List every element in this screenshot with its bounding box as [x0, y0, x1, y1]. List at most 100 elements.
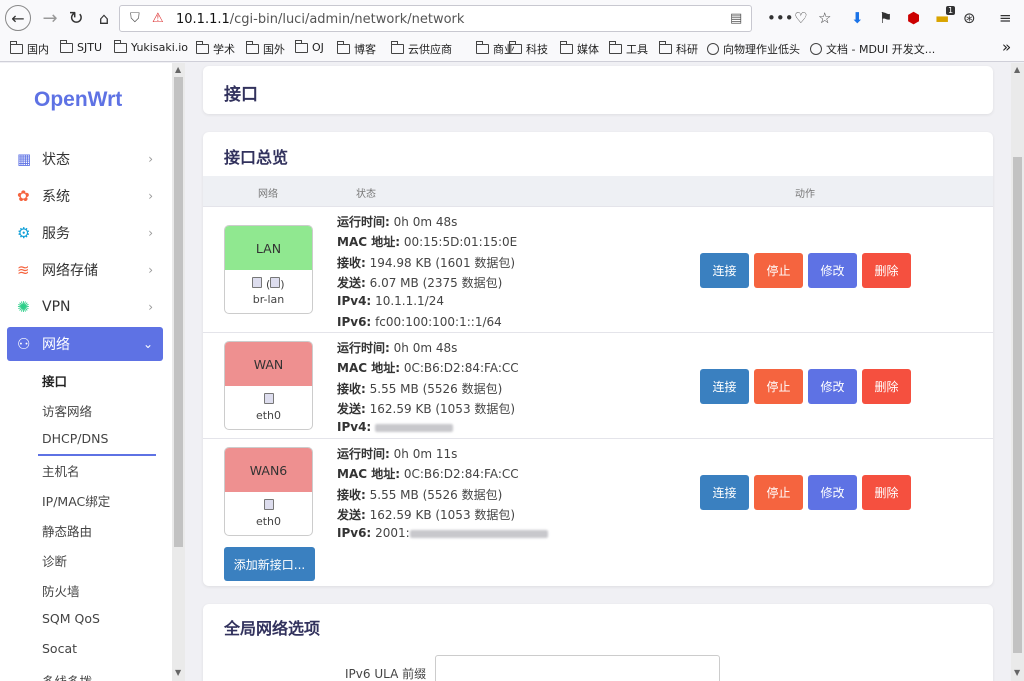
status-key: IPv4: — [337, 294, 372, 309]
sidebar-subitem[interactable]: DHCP/DNS — [42, 431, 108, 446]
menu-icon[interactable]: ≡ — [999, 9, 1012, 27]
download-icon[interactable]: ⬇ — [851, 9, 864, 27]
bookmark-folder[interactable]: 博客 — [337, 41, 376, 57]
sidebar-item-3[interactable]: ≋ 网络存储 › — [7, 253, 163, 287]
edit-button[interactable]: 修改 — [808, 474, 857, 510]
bookmark-folder[interactable]: 国外 — [246, 41, 285, 57]
page-scrollbar[interactable]: ▲ ▼ — [1011, 63, 1024, 681]
pocket-icon[interactable]: ♡ — [794, 9, 807, 27]
bookmarks-overflow-icon[interactable]: » — [1002, 38, 1011, 56]
status-key: 运行时间: — [337, 215, 390, 229]
url-text[interactable]: 10.1.1.1/cgi-bin/luci/admin/network/netw… — [176, 12, 464, 27]
status-value: 00:15:5D:01:15:0E — [403, 235, 518, 250]
bookmark-site[interactable]: 向物理作业低头 — [707, 41, 800, 57]
openwrt-logo[interactable]: OpenWrt — [34, 88, 122, 112]
connect-button[interactable]: 连接 — [700, 474, 749, 510]
sidebar-subitem[interactable]: 多线多拨 — [42, 671, 92, 681]
status-key: IPv4: — [337, 420, 372, 435]
url-path: /cgi-bin/luci/admin/network/network — [229, 12, 465, 27]
status-value: 0h 0m 11s — [393, 447, 458, 461]
delete-button[interactable]: 删除 — [862, 252, 911, 288]
add-interface-button[interactable]: 添加新接口... — [224, 547, 315, 581]
sidebar-item-5[interactable]: ⚇ 网络 ⌄ — [7, 327, 163, 361]
bookmark-folder[interactable]: Yukisaki.io — [114, 39, 189, 54]
sidebar-subitem[interactable]: 诊断 — [42, 551, 67, 570]
sidebar-item-0[interactable]: ▦ 状态 › — [7, 142, 163, 176]
interface-name: WAN6 — [225, 448, 312, 492]
stop-button[interactable]: 停止 — [754, 474, 803, 510]
scroll-down-icon[interactable]: ▼ — [1014, 668, 1020, 677]
connect-button[interactable]: 连接 — [700, 368, 749, 404]
folder-icon — [114, 39, 127, 53]
bookmark-folder[interactable]: 国内 — [10, 41, 49, 57]
home-button[interactable]: ⌂ — [92, 6, 116, 30]
back-button[interactable]: ← — [5, 5, 31, 31]
stop-button[interactable]: 停止 — [754, 252, 803, 288]
interface-badge[interactable]: WAN eth0 — [224, 341, 313, 430]
bookmark-folder[interactable]: 科研 — [659, 41, 698, 57]
browser-chrome: ← → ↻ ⌂ ⛉ ⚠ 10.1.1.1/cgi-bin/luci/admin/… — [0, 0, 1024, 62]
interface-row: LAN () br-lan 运行时间: 0h 0m 48s MAC 地址: 00:15… — [203, 206, 993, 332]
forward-button[interactable]: → — [38, 6, 62, 30]
star-icon[interactable]: ☆ — [818, 9, 831, 27]
bookmark-label: 科技 — [526, 43, 548, 56]
sidebar-item-2[interactable]: ⚙ 服务 › — [7, 216, 163, 250]
delete-button[interactable]: 删除 — [862, 368, 911, 404]
sidebar-subitem[interactable]: 静态路由 — [42, 521, 92, 540]
bookmark-label: 云供应商 — [408, 43, 452, 56]
sidebar-subitem[interactable]: 防火墙 — [42, 581, 80, 600]
library-icon[interactable]: ⚑ — [879, 9, 892, 27]
sidebar-subitem[interactable]: SQM QoS — [42, 611, 100, 626]
bookmark-label: 工具 — [626, 43, 648, 56]
reload-button[interactable]: ↻ — [64, 6, 88, 30]
bookmark-label: Yukisaki.io — [131, 41, 189, 54]
ula-prefix-input[interactable] — [435, 655, 720, 681]
bookmark-folder[interactable]: 媒体 — [560, 41, 599, 57]
stop-button[interactable]: 停止 — [754, 368, 803, 404]
interface-badge[interactable]: LAN () br-lan — [224, 225, 313, 314]
status-tx: 发送: 162.59 KB (1053 数据包) — [337, 506, 515, 523]
url-bar[interactable]: ⛉ ⚠ 10.1.1.1/cgi-bin/luci/admin/network/… — [119, 5, 752, 32]
more-actions-icon[interactable]: ••• — [767, 9, 794, 27]
status-rx: 接收: 194.98 KB (1601 数据包) — [337, 254, 515, 271]
device-name: eth0 — [255, 515, 282, 528]
redacted-value — [409, 529, 548, 538]
sidebar-subitem[interactable]: 接口 — [42, 371, 67, 390]
col-status: 状态 — [356, 189, 376, 200]
edit-button[interactable]: 修改 — [808, 368, 857, 404]
shield-icon[interactable]: ⛉ — [130, 11, 140, 26]
reader-view-icon[interactable]: ▤ — [730, 11, 742, 26]
bookmark-folder[interactable]: 科技 — [509, 41, 548, 57]
sidebar-subitem[interactable]: IP/MAC绑定 — [42, 491, 110, 510]
page-scroll-thumb[interactable] — [1013, 157, 1022, 653]
scroll-up-icon[interactable]: ▲ — [1014, 65, 1020, 74]
sidebar-scrollbar[interactable]: ▲ ▼ — [172, 63, 185, 681]
bookmark-folder[interactable]: 学术 — [196, 41, 235, 57]
sidebar-subitem[interactable]: Socat — [42, 641, 77, 656]
sidebar-subitem[interactable]: 访客网络 — [42, 401, 92, 420]
status-value: 0C:B6:D2:84:FA:CC — [403, 467, 519, 482]
paren-close: ) — [280, 278, 285, 291]
delete-button[interactable]: 删除 — [862, 474, 911, 510]
bookmark-site[interactable]: 文档 - MDUI 开发文... — [810, 41, 935, 57]
ublock-icon[interactable]: ⬢ — [907, 9, 920, 27]
edit-button[interactable]: 修改 — [808, 252, 857, 288]
sync-icon[interactable]: ⊛ — [963, 9, 976, 27]
connect-button[interactable]: 连接 — [700, 252, 749, 288]
folder-icon — [295, 39, 308, 53]
status-uptime: 运行时间: 0h 0m 48s — [337, 339, 457, 356]
scroll-up-icon[interactable]: ▲ — [175, 65, 181, 74]
sidebar-item-4[interactable]: ✺ VPN › — [7, 290, 163, 324]
sidebar-item-label: 状态 — [42, 152, 70, 168]
bookmark-folder[interactable]: OJ — [295, 39, 324, 54]
status-ipv6: IPv6: 2001: — [337, 526, 548, 540]
sidebar-scroll-thumb[interactable] — [174, 77, 183, 547]
interface-badge[interactable]: WAN6 eth0 — [224, 447, 313, 536]
scroll-down-icon[interactable]: ▼ — [175, 668, 181, 677]
bookmark-folder[interactable]: 工具 — [609, 41, 648, 57]
insecure-lock-icon[interactable]: ⚠ — [152, 11, 164, 26]
sidebar-item-1[interactable]: ✿ 系统 › — [7, 179, 163, 213]
sidebar-subitem[interactable]: 主机名 — [42, 461, 80, 480]
bookmark-folder[interactable]: SJTU — [60, 39, 102, 54]
bookmark-folder[interactable]: 云供应商 — [391, 41, 452, 57]
